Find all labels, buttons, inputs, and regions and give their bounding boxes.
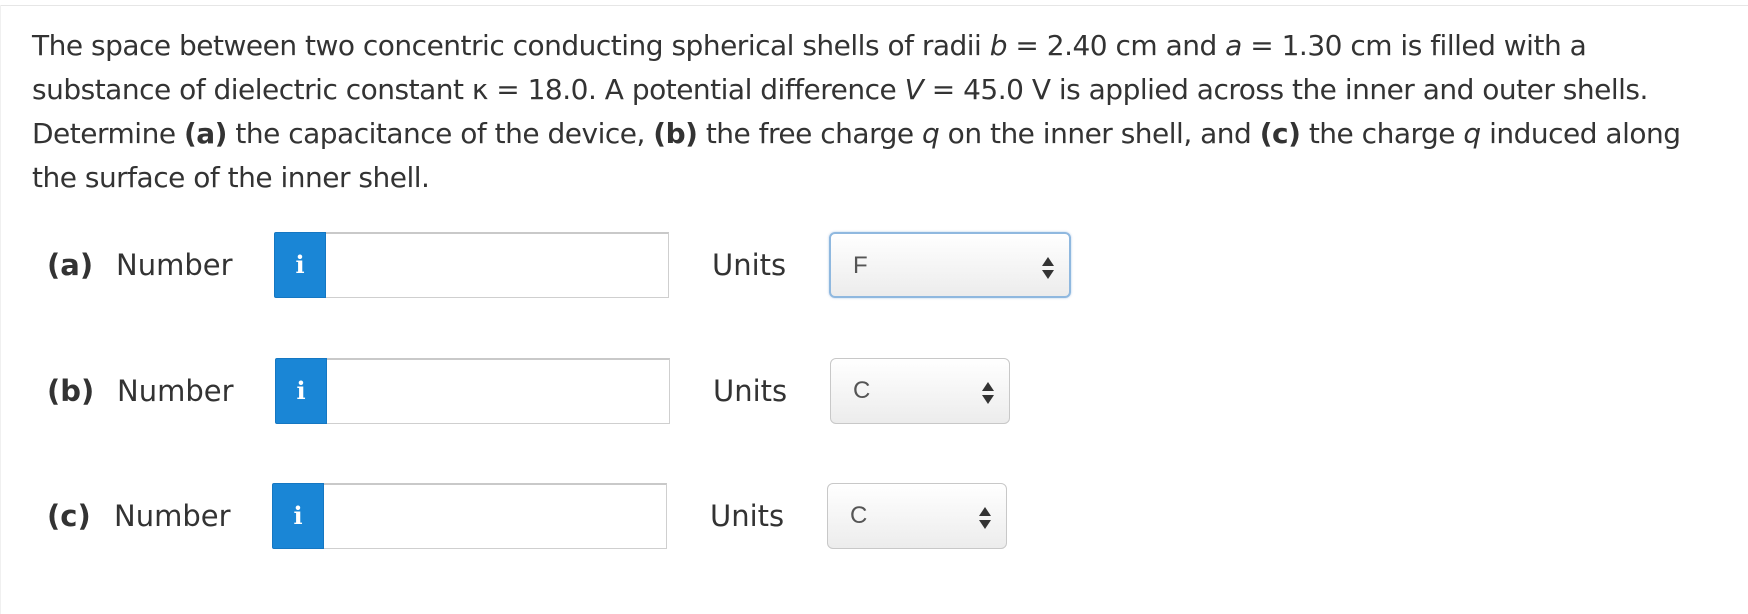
unit-select-b-value: C [853,377,871,404]
info-icon: i [293,501,303,530]
number-label-b: Number [117,374,234,408]
units-label-a: Units [712,248,787,282]
units-label-b: Units [713,374,788,408]
number-input-b[interactable] [327,358,670,424]
number-label-c: Number [114,499,231,533]
units-label-c: Units [710,499,785,533]
up-down-arrows-icon [1042,257,1054,279]
unit-select-a-value: F [853,252,868,279]
up-down-arrows-icon [979,507,991,529]
answer-row-a: (a) Number i Units F [0,232,1748,298]
info-icon: i [295,250,305,279]
part-label-c: (c) [47,499,91,533]
unit-select-c-value: C [850,502,868,529]
info-button-c[interactable]: i [272,483,324,549]
unit-select-c[interactable]: C [827,483,1007,549]
part-label-b: (b) [47,374,95,408]
info-icon: i [296,376,306,405]
info-button-b[interactable]: i [275,358,327,424]
part-label-a: (a) [47,248,94,282]
answer-row-c: (c) Number i Units C [0,483,1748,549]
info-button-a[interactable]: i [274,232,326,298]
number-input-a[interactable] [326,232,669,298]
unit-select-a[interactable]: F [829,232,1071,298]
frame-top-border [0,5,1748,6]
answer-row-b: (b) Number i Units C [0,358,1748,424]
number-label-a: Number [116,248,233,282]
question-text: The space between two concentric conduct… [32,29,1681,194]
number-input-c[interactable] [324,483,667,549]
up-down-arrows-icon [982,382,994,404]
unit-select-b[interactable]: C [830,358,1010,424]
